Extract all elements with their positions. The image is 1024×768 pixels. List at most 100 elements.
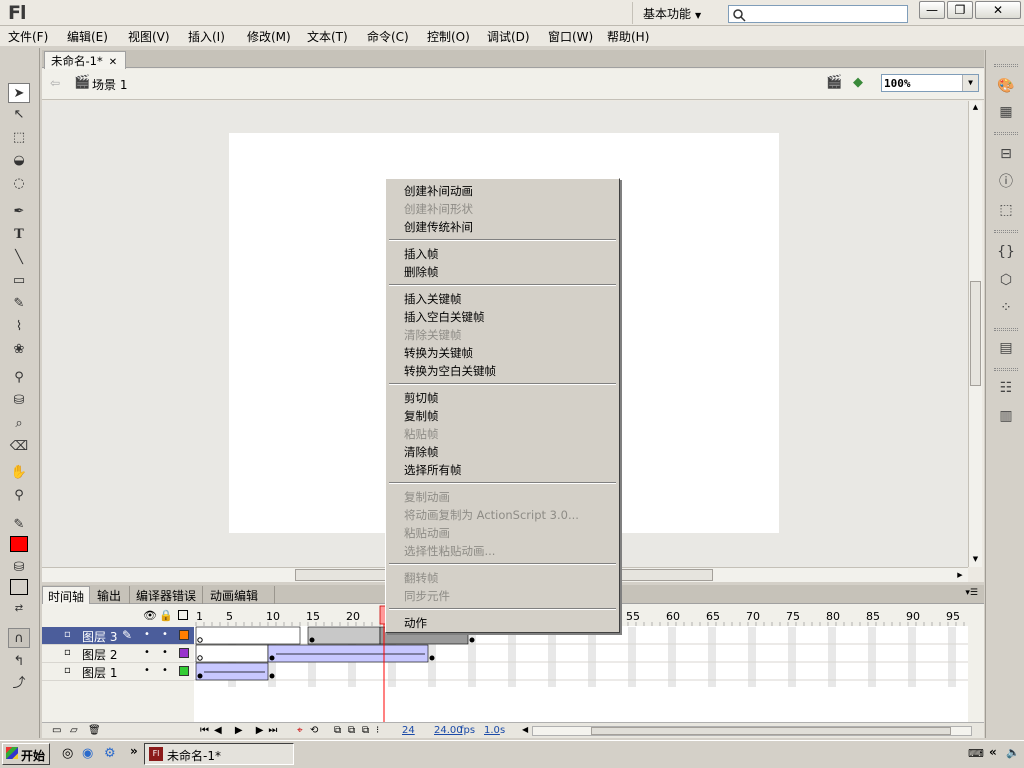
layer-row[interactable]: ▫ 图层 3 ✎ • •: [42, 627, 194, 645]
new-layer-icon[interactable]: ▭: [52, 725, 61, 736]
context-menu-item[interactable]: 创建补间动画: [404, 182, 473, 200]
context-menu-item[interactable]: 转换为空白关键帧: [404, 362, 496, 380]
project-panel-icon[interactable]: ▤: [995, 338, 1017, 358]
swatches-panel-icon[interactable]: ▦: [995, 102, 1017, 122]
loop-icon[interactable]: ⟲: [310, 725, 318, 736]
panel-grip[interactable]: [994, 64, 1018, 67]
smooth-icon[interactable]: ↰: [8, 652, 30, 672]
context-menu-item[interactable]: 插入帧: [404, 245, 439, 263]
lock-all-icon[interactable]: 🔒: [159, 609, 173, 622]
current-frame[interactable]: 24: [402, 725, 415, 736]
frame-rate[interactable]: 24.00: [434, 725, 463, 736]
quicklaunch-more[interactable]: »: [130, 744, 138, 758]
new-folder-icon[interactable]: ▱: [70, 725, 78, 736]
motion-presets-icon[interactable]: ⁘: [995, 298, 1017, 318]
panel-tab[interactable]: 动画编辑器: [205, 586, 275, 620]
playback-controls[interactable]: ⏮◀ ▶ ▶⏭: [200, 725, 282, 736]
code-snippets-icon[interactable]: {}: [995, 242, 1017, 262]
settings-icon[interactable]: ⚙: [104, 746, 116, 761]
lock-dot[interactable]: •: [162, 665, 168, 676]
menu-item[interactable]: 文件(F): [8, 28, 48, 45]
layer-row[interactable]: ▫ 图层 1 • •: [42, 663, 194, 681]
modify-onion-markers-icon[interactable]: ⁝: [376, 725, 379, 736]
close-tab-icon[interactable]: ✕: [109, 57, 117, 68]
visibility-dot[interactable]: •: [144, 629, 150, 640]
edit-symbols-icon[interactable]: ◆: [853, 75, 863, 90]
lock-dot[interactable]: •: [162, 647, 168, 658]
menu-item[interactable]: 文本(T): [307, 28, 348, 45]
context-menu-item[interactable]: 删除帧: [404, 263, 439, 281]
context-menu-item[interactable]: 插入关键帧: [404, 290, 462, 308]
brush-tool-icon[interactable]: ⌇: [8, 317, 30, 337]
menu-item[interactable]: 插入(I): [188, 28, 225, 45]
menu-item[interactable]: 修改(M): [247, 28, 291, 45]
bone-tool-icon[interactable]: ⚲: [8, 368, 30, 388]
color-panel-icon[interactable]: 🎨: [995, 76, 1017, 96]
outline-color-swatch[interactable]: [179, 666, 189, 676]
vertical-scrollbar[interactable]: ▲ ▼: [968, 101, 982, 567]
lock-dot[interactable]: •: [162, 629, 168, 640]
pencil-tool-icon[interactable]: ✎: [8, 294, 30, 314]
visibility-dot[interactable]: •: [144, 665, 150, 676]
panel-menu-icon[interactable]: ▾☰: [965, 588, 978, 598]
lasso-tool-icon[interactable]: ◌: [8, 174, 30, 194]
menu-item[interactable]: 编辑(E): [67, 28, 108, 45]
zoom-tool-icon[interactable]: ⚲: [8, 486, 30, 506]
browser-icon[interactable]: ◉: [82, 746, 93, 761]
volume-icon[interactable]: 🔈: [1006, 746, 1020, 759]
panel-grip[interactable]: [994, 368, 1018, 371]
eyedropper-tool-icon[interactable]: ⌕: [8, 414, 30, 434]
selection-tool-icon[interactable]: ➤: [8, 83, 30, 103]
panel-grip[interactable]: [994, 328, 1018, 331]
align-panel-icon[interactable]: ⊟: [995, 144, 1017, 164]
scene-label[interactable]: 场景 1: [92, 76, 127, 93]
menu-item[interactable]: 视图(V): [128, 28, 170, 45]
show-hide-all-icon[interactable]: 👁: [143, 609, 157, 622]
context-menu-item[interactable]: 选择所有帧: [404, 461, 462, 479]
context-menu-item[interactable]: 转换为关键帧: [404, 344, 473, 362]
context-menu-item[interactable]: 剪切帧: [404, 389, 439, 407]
3d-rotation-tool-icon[interactable]: ◒: [8, 151, 30, 171]
library-panel-icon[interactable]: ▥: [995, 406, 1017, 426]
back-arrow-icon[interactable]: ⇦: [50, 76, 60, 90]
fill-color-icon[interactable]: ⛁: [8, 558, 30, 578]
panel-tab[interactable]: 编译器错误: [131, 586, 203, 604]
properties-panel-icon[interactable]: ☷: [995, 378, 1017, 398]
rectangle-tool-icon[interactable]: ▭: [8, 271, 30, 291]
deco-tool-icon[interactable]: ❀: [8, 340, 30, 360]
scroll-right-icon[interactable]: ▶: [954, 569, 966, 581]
panel-tab[interactable]: 时间轴: [42, 586, 90, 604]
menu-item[interactable]: 调试(D): [487, 28, 530, 45]
zoom-select[interactable]: 100% ▼: [881, 74, 979, 92]
text-tool-icon[interactable]: T: [8, 225, 30, 245]
onion-skin-icon[interactable]: ⧉: [334, 725, 341, 736]
start-button[interactable]: 开始: [2, 743, 50, 765]
outline-color-swatch[interactable]: [179, 630, 189, 640]
context-menu-item[interactable]: 复制帧: [404, 407, 439, 425]
outline-color-swatch[interactable]: [179, 648, 189, 658]
document-tab[interactable]: 未命名-1* ✕: [44, 51, 126, 69]
context-menu-item[interactable]: 动作: [404, 614, 427, 632]
tray-expand-icon[interactable]: «: [989, 745, 997, 759]
vertical-scroll-thumb[interactable]: [970, 281, 981, 386]
pen-tool-icon[interactable]: ✒: [8, 202, 30, 222]
paint-bucket-tool-icon[interactable]: ⛁: [8, 391, 30, 411]
menu-item[interactable]: 控制(O): [427, 28, 470, 45]
panel-grip[interactable]: [994, 132, 1018, 135]
swap-colors-icon[interactable]: ⇄: [8, 599, 30, 619]
delete-layer-icon[interactable]: 🗑: [88, 725, 101, 736]
straighten-icon[interactable]: ⤴: [8, 674, 30, 694]
context-menu-item[interactable]: 创建传统补间: [404, 218, 473, 236]
menu-item[interactable]: 帮助(H): [607, 28, 649, 45]
free-transform-tool-icon[interactable]: ⬚: [8, 128, 30, 148]
context-menu-item[interactable]: 插入空白关键帧: [404, 308, 485, 326]
hand-tool-icon[interactable]: ✋: [8, 463, 30, 483]
onion-skin-outlines-icon[interactable]: ⧉: [348, 725, 355, 736]
snap-to-objects-icon[interactable]: ∩: [8, 628, 30, 648]
stroke-color-swatch[interactable]: [10, 536, 28, 552]
line-tool-icon[interactable]: ╲: [8, 248, 30, 268]
components-panel-icon[interactable]: ⬡: [995, 270, 1017, 290]
chevron-down-icon[interactable]: ▼: [962, 75, 978, 91]
outline-all-icon[interactable]: [178, 610, 188, 620]
transform-panel-icon[interactable]: ⬚: [995, 200, 1017, 220]
